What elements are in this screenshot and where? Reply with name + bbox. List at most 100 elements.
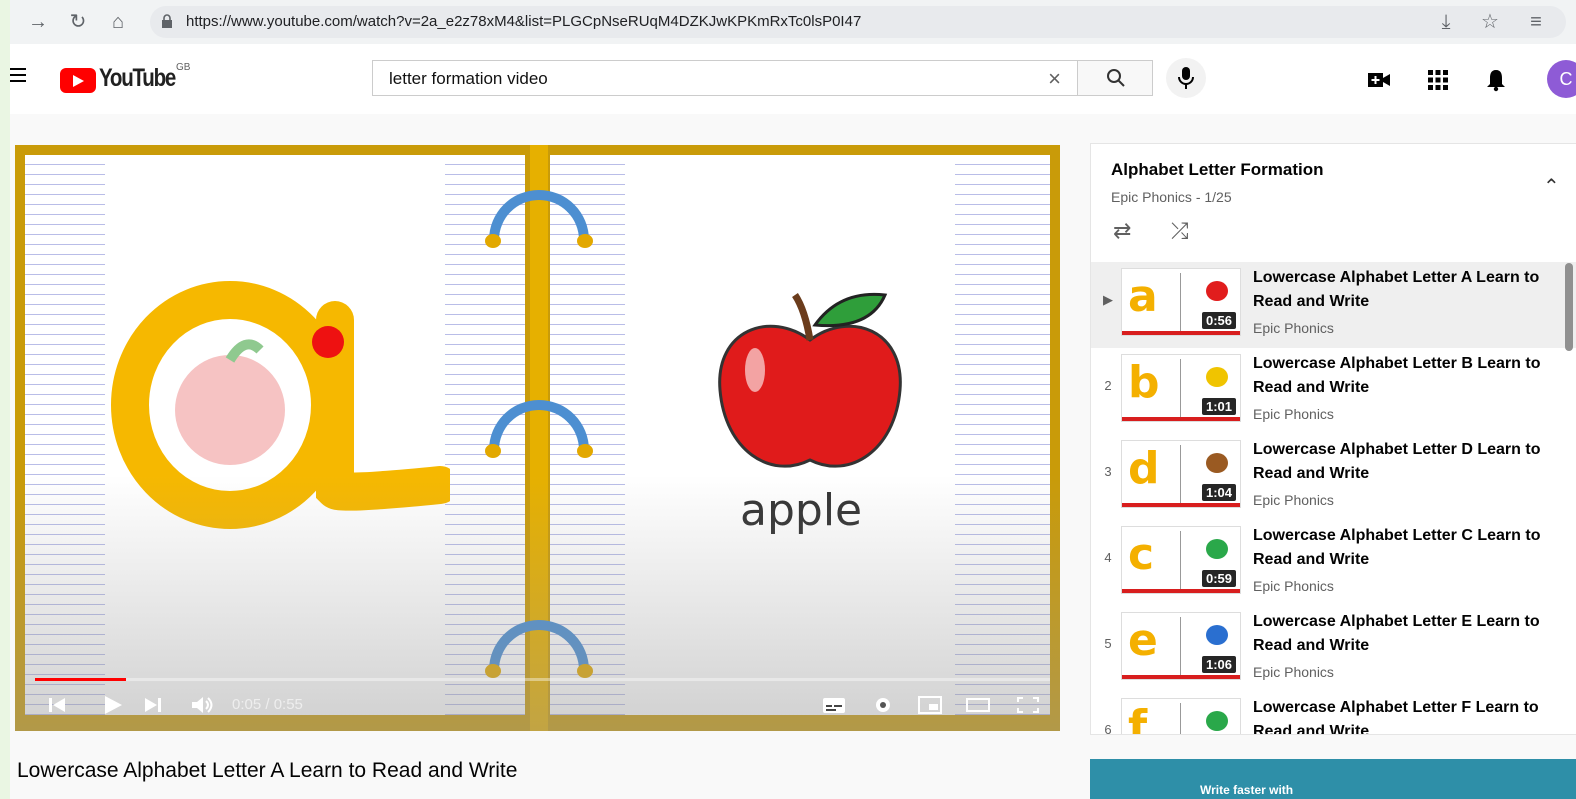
playlist-header: Alphabet Letter Formation Epic Phonics -… <box>1091 144 1576 262</box>
search-button[interactable] <box>1077 60 1153 96</box>
playlist-item[interactable]: 5 e 1:06 Lowercase Alphabet Letter E Learn … <box>1091 606 1576 692</box>
settings-gear-icon[interactable] <box>870 695 896 715</box>
user-avatar[interactable]: C <box>1547 60 1576 98</box>
watched-bar <box>1122 675 1240 679</box>
controls-gradient <box>15 475 1060 731</box>
microphone-icon <box>1178 67 1194 89</box>
forward-icon[interactable]: → <box>26 10 50 34</box>
watched-bar <box>1122 417 1240 421</box>
bookmark-star-icon[interactable]: ☆ <box>1478 10 1502 34</box>
subtitles-icon[interactable] <box>821 695 847 715</box>
address-bar[interactable]: https://www.youtube.com/watch?v=2a_e2z78… <box>150 6 1566 38</box>
watched-bar <box>1122 331 1240 335</box>
youtube-logo-icon[interactable] <box>60 68 96 93</box>
video-title: Lowercase Alphabet Letter A Learn to Rea… <box>17 759 518 782</box>
video-duration: 1:04 <box>1201 484 1236 501</box>
playlist-item-channel[interactable]: Epic Phonics <box>1253 320 1334 336</box>
previous-icon[interactable] <box>45 695 71 715</box>
playlist-title[interactable]: Alphabet Letter Formation <box>1111 160 1324 180</box>
thumbnail-rail <box>1180 273 1189 331</box>
lock-icon <box>162 14 172 28</box>
thumbnail-letter: f <box>1128 701 1148 735</box>
install-icon[interactable]: ⤓ <box>1434 10 1458 34</box>
video-thumbnail[interactable]: d 1:04 <box>1121 440 1241 508</box>
shuffle-icon[interactable]: ⤮ <box>1171 218 1189 244</box>
playlist-item-index: 5 <box>1104 636 1112 651</box>
playlist-scrollbar[interactable] <box>1565 263 1573 351</box>
video-thumbnail[interactable]: f <box>1121 698 1241 735</box>
thumbnail-letter: c <box>1128 529 1155 580</box>
watched-bar <box>1122 589 1240 593</box>
playlist-item-channel[interactable]: Epic Phonics <box>1253 578 1334 594</box>
video-duration: 1:06 <box>1201 656 1236 673</box>
playlist-item-index: 6 <box>1104 722 1112 735</box>
playlist-item[interactable]: 2 b 1:01 Lowercase Alphabet Letter B Learn … <box>1091 348 1576 434</box>
video-duration: 0:59 <box>1201 570 1236 587</box>
volume-icon[interactable] <box>190 695 216 715</box>
thumbnail-letter: a <box>1128 271 1158 322</box>
playlist-item[interactable]: 4 c 0:59 Lowercase Alphabet Letter C Learn … <box>1091 520 1576 606</box>
next-icon[interactable] <box>140 695 166 715</box>
search-value: letter formation video <box>389 69 548 88</box>
thumbnail-letter: d <box>1128 443 1160 494</box>
progress-bar[interactable] <box>35 678 1050 681</box>
clear-search-icon[interactable]: × <box>1048 66 1061 92</box>
thumbnail-rail <box>1180 703 1189 734</box>
playlist-item-title[interactable]: Lowercase Alphabet Letter A Learn to Rea… <box>1253 266 1563 314</box>
video-thumbnail[interactable]: e 1:06 <box>1121 612 1241 680</box>
create-video-icon[interactable] <box>1367 68 1391 92</box>
apps-grid-icon[interactable] <box>1426 68 1450 92</box>
collapse-chevron-icon[interactable]: ⌃ <box>1543 174 1560 199</box>
playlist-item-title[interactable]: Lowercase Alphabet Letter F Learn to Rea… <box>1253 696 1563 734</box>
playlist-item-index: ▶ <box>1103 292 1113 307</box>
video-duration: 1:01 <box>1201 398 1236 415</box>
thumbnail-picture <box>1206 711 1228 731</box>
search-input[interactable]: letter formation video × <box>372 60 1078 96</box>
playlist-item[interactable]: ▶ a 0:56 Lowercase Alphabet Letter A Learn … <box>1091 262 1576 348</box>
thumbnail-rail <box>1180 445 1189 503</box>
playlist-subtitle: Epic Phonics - 1/25 <box>1111 189 1232 205</box>
home-icon[interactable]: ⌂ <box>106 10 130 34</box>
play-icon[interactable] <box>100 695 126 715</box>
watched-bar <box>1122 503 1240 507</box>
loop-icon[interactable]: ⇄ <box>1113 218 1131 244</box>
video-thumbnail[interactable]: b 1:01 <box>1121 354 1241 422</box>
playlist-item[interactable]: 3 d 1:04 Lowercase Alphabet Letter D Learn … <box>1091 434 1576 520</box>
playlist-item-index: 3 <box>1104 464 1112 479</box>
playlist-item-channel[interactable]: Epic Phonics <box>1253 664 1334 680</box>
thumbnail-picture <box>1206 453 1228 473</box>
time-display: 0:05 / 0:55 <box>232 696 303 713</box>
ad-banner[interactable]: Write faster with <box>1090 759 1576 799</box>
playlist-item-channel[interactable]: Epic Phonics <box>1253 492 1334 508</box>
playlist-panel: Alphabet Letter Formation Epic Phonics -… <box>1090 143 1576 735</box>
browser-window: → ↻ ⌂ https://www.youtube.com/watch?v=2a… <box>10 0 1576 799</box>
video-thumbnail[interactable]: c 0:59 <box>1121 526 1241 594</box>
video-thumbnail[interactable]: a 0:56 <box>1121 268 1241 336</box>
reading-list-icon[interactable]: ≡ <box>1524 10 1548 34</box>
region-code: GB <box>176 62 191 73</box>
playlist-item-channel[interactable]: Epic Phonics <box>1253 406 1334 422</box>
reload-icon[interactable]: ↻ <box>66 10 90 34</box>
playlist-item-title[interactable]: Lowercase Alphabet Letter C Learn to Rea… <box>1253 524 1563 572</box>
playlist-item[interactable]: 6 f Lowercase Alphabet Letter F Learn to R… <box>1091 692 1576 735</box>
thumbnail-rail <box>1180 359 1189 417</box>
video-duration: 0:56 <box>1201 312 1236 329</box>
thumbnail-letter: e <box>1128 615 1158 666</box>
theater-mode-icon[interactable] <box>965 695 991 715</box>
thumbnail-letter: b <box>1128 357 1160 408</box>
playlist-item-index: 2 <box>1104 378 1112 393</box>
thumbnail-picture <box>1206 367 1228 387</box>
playlist-item-title[interactable]: Lowercase Alphabet Letter B Learn to Rea… <box>1253 352 1563 400</box>
voice-search-button[interactable] <box>1166 58 1206 98</box>
apple-icon <box>718 292 902 468</box>
thumbnail-picture <box>1206 625 1228 645</box>
miniplayer-icon[interactable] <box>917 695 943 715</box>
notifications-bell-icon[interactable] <box>1484 68 1508 92</box>
youtube-logo-text[interactable]: YouTube <box>99 64 176 93</box>
playlist-item-title[interactable]: Lowercase Alphabet Letter D Learn to Rea… <box>1253 438 1563 486</box>
browser-toolbar: → ↻ ⌂ https://www.youtube.com/watch?v=2a… <box>10 0 1576 44</box>
playlist-item-title[interactable]: Lowercase Alphabet Letter E Learn to Rea… <box>1253 610 1563 658</box>
hamburger-menu-icon[interactable] <box>10 68 26 82</box>
video-player[interactable]: apple 0:05 / 0:55 <box>15 145 1060 731</box>
fullscreen-icon[interactable] <box>1015 695 1041 715</box>
